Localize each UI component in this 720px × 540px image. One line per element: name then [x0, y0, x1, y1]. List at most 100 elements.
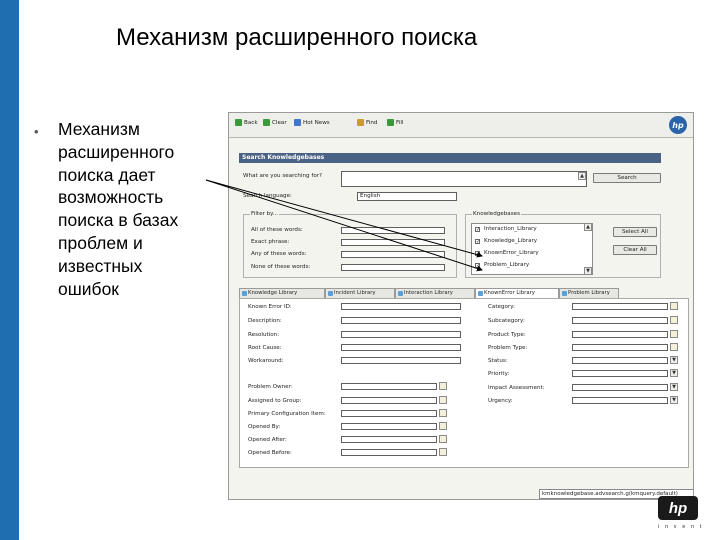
problem-owner-lookup-icon[interactable] [439, 382, 447, 390]
find-label: Find [366, 119, 378, 126]
problem-type-lookup-icon[interactable] [670, 343, 678, 351]
field-label: Problem Type: [488, 345, 528, 351]
hp-logo-icon: hp [669, 116, 687, 134]
urgency-dropdown-icon[interactable]: ▼ [670, 396, 678, 404]
select-all-button[interactable]: Select All [613, 227, 657, 237]
opened-before-input[interactable] [341, 449, 437, 456]
priority-select[interactable] [572, 370, 668, 377]
hp-logo: hp [658, 496, 698, 520]
kb-item-label: Interaction_Library [484, 226, 537, 232]
search-query-input[interactable] [341, 171, 587, 187]
tab-label: KnownError Library [484, 290, 535, 296]
clear-all-button[interactable]: Clear All [613, 245, 657, 255]
opened-by-input[interactable] [341, 423, 437, 430]
resolution-input[interactable] [341, 331, 461, 338]
field-label: Opened Before: [248, 450, 292, 456]
kb-checkbox-knownerror[interactable]: ✓ [475, 251, 480, 257]
tab-icon [398, 291, 403, 296]
clear-icon [263, 119, 270, 126]
filter-any-input[interactable] [341, 251, 445, 258]
opened-before-calendar-icon[interactable] [439, 448, 447, 456]
kb-scroll-down-icon[interactable]: ▼ [584, 267, 592, 275]
search-button[interactable]: Search [593, 173, 661, 183]
bullet-marker: • [34, 124, 39, 139]
field-label: Root Cause: [248, 345, 282, 351]
tab-label: Incident Library [334, 290, 376, 296]
field-label: Category: [488, 304, 516, 310]
filter-label-all: All of these words: [251, 227, 303, 233]
field-label: Resolution: [248, 332, 280, 338]
description-input[interactable] [341, 317, 461, 324]
fill-icon [387, 119, 394, 126]
query-scroll-icon[interactable]: ▲ [578, 172, 586, 180]
filter-label-any: Any of these words: [251, 251, 307, 257]
news-icon [294, 119, 301, 126]
kb-item-label: KnownError_Library [484, 250, 539, 256]
search-language-label: Search language: [243, 193, 292, 199]
bullet-line: поиска в базах [58, 210, 179, 231]
bullet-line: расширенного [58, 141, 175, 162]
slide-title: Механизм расширенного поиска [116, 24, 478, 51]
known-error-id-input[interactable] [341, 303, 461, 310]
tab-knowledge-library[interactable]: Knowledge Library [239, 288, 325, 298]
filter-label-none: None of these words: [251, 264, 311, 270]
workaround-input[interactable] [341, 357, 461, 364]
bullet-line: поиска дает [58, 164, 156, 185]
status-dropdown-icon[interactable]: ▼ [670, 356, 678, 364]
tab-knownerror-library[interactable]: KnownError Library [475, 288, 559, 298]
tab-label: Knowledge Library [248, 290, 298, 296]
urgency-select[interactable] [572, 397, 668, 404]
config-item-input[interactable] [341, 410, 437, 417]
tab-interaction-library[interactable]: Interaction Library [395, 288, 475, 298]
field-label: Problem Owner: [248, 384, 293, 390]
opened-after-calendar-icon[interactable] [439, 435, 447, 443]
tab-icon [562, 291, 567, 296]
kb-checkbox-problem[interactable]: ✓ [475, 263, 480, 269]
kb-checkbox-knowledge[interactable]: ✓ [475, 239, 480, 245]
tab-icon [478, 291, 483, 296]
config-item-lookup-icon[interactable] [439, 409, 447, 417]
fill-label: Fill [396, 119, 404, 126]
impact-dropdown-icon[interactable]: ▼ [670, 383, 678, 391]
kb-item-label: Knowledge_Library [484, 238, 538, 244]
problem-type-input[interactable] [572, 344, 668, 351]
fill-button[interactable]: Fill [387, 119, 403, 126]
search-language-select[interactable]: English [357, 192, 457, 201]
problem-owner-input[interactable] [341, 383, 437, 390]
category-input[interactable] [572, 303, 668, 310]
knownerror-panel: Known Error ID: Description: Resolution:… [239, 298, 689, 468]
clear-label: Clear [272, 119, 287, 126]
tab-incident-library[interactable]: Incident Library [325, 288, 395, 298]
status-select[interactable] [572, 357, 668, 364]
find-button[interactable]: Find [357, 119, 377, 126]
tab-problem-library[interactable]: Problem Library [559, 288, 619, 298]
filter-none-input[interactable] [341, 264, 445, 271]
opened-by-lookup-icon[interactable] [439, 422, 447, 430]
priority-dropdown-icon[interactable]: ▼ [670, 369, 678, 377]
bullet-line: Механизм [58, 119, 140, 139]
hot-news-button[interactable]: Hot News [294, 119, 330, 126]
filter-all-input[interactable] [341, 227, 445, 234]
knowledgebases-group-title: Knowledgebases [472, 211, 521, 217]
kb-checkbox-interaction[interactable]: ✓ [475, 227, 480, 233]
filter-exact-input[interactable] [341, 239, 445, 246]
product-type-input[interactable] [572, 331, 668, 338]
category-lookup-icon[interactable] [670, 302, 678, 310]
tab-label: Interaction Library [404, 290, 453, 296]
product-type-lookup-icon[interactable] [670, 330, 678, 338]
back-button[interactable]: Back [235, 119, 258, 126]
assigned-group-lookup-icon[interactable] [439, 396, 447, 404]
bullet-line: ошибок [58, 278, 119, 299]
root-cause-input[interactable] [341, 344, 461, 351]
search-query-label: What are you searching for? [243, 173, 323, 179]
tab-icon [328, 291, 333, 296]
assigned-group-input[interactable] [341, 397, 437, 404]
subcategory-lookup-icon[interactable] [670, 316, 678, 324]
subcategory-input[interactable] [572, 317, 668, 324]
opened-after-input[interactable] [341, 436, 437, 443]
field-label: Known Error ID: [248, 304, 292, 310]
clear-button[interactable]: Clear [263, 119, 287, 126]
impact-select[interactable] [572, 384, 668, 391]
filter-label-exact: Exact phrase: [251, 239, 290, 245]
kb-scroll-up-icon[interactable]: ▲ [584, 223, 592, 231]
